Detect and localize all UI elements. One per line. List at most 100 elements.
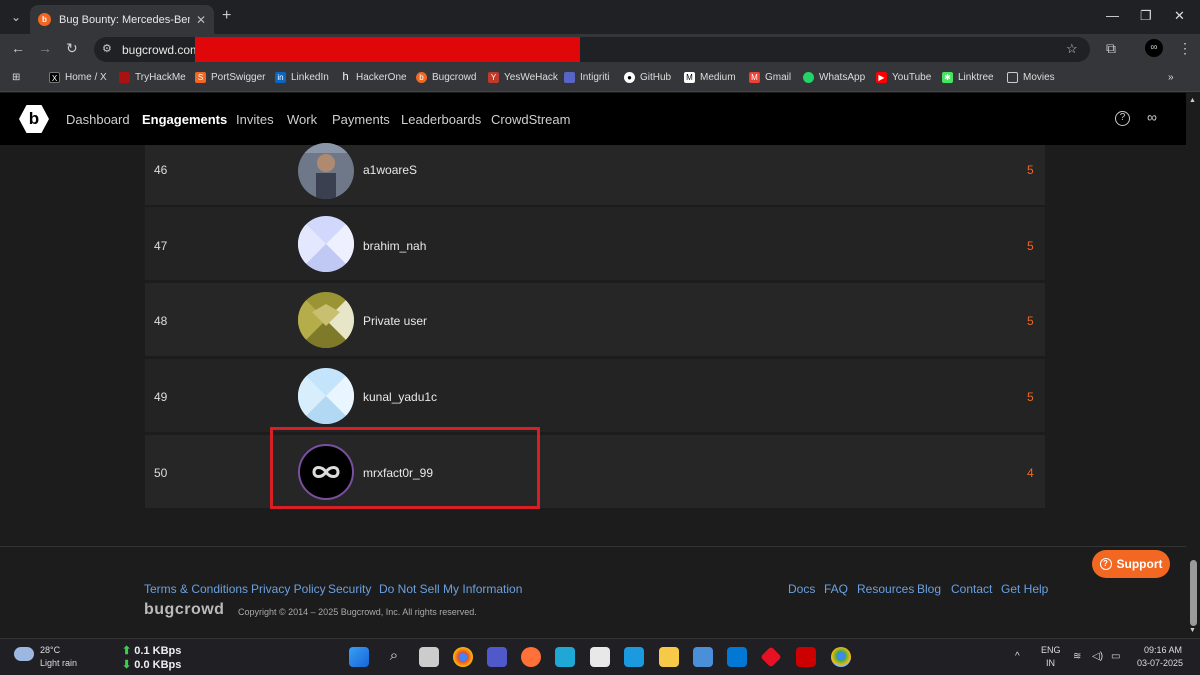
footer-link-docs[interactable]: Docs (788, 582, 815, 596)
footer-divider (0, 546, 1186, 547)
language-code[interactable]: ENG (1041, 645, 1061, 655)
footer-link-contact[interactable]: Contact (951, 582, 992, 596)
bookmark-medium[interactable]: M Medium (684, 72, 736, 83)
support-button[interactable]: ? Support (1092, 550, 1170, 578)
bookmark-intigriti[interactable]: Intigriti (564, 72, 609, 83)
footer-link-resources[interactable]: Resources (857, 582, 914, 596)
region-code[interactable]: IN (1046, 658, 1055, 668)
username[interactable]: kunal_yadu1c (363, 390, 437, 404)
volume-icon[interactable]: ◁) (1092, 651, 1103, 662)
username[interactable]: a1woareS (363, 163, 417, 177)
bookmark-tryhackme[interactable]: TryHackMe (119, 72, 186, 83)
bookmark-linktree[interactable]: ✱ Linktree (942, 72, 994, 83)
chrome-icon[interactable] (453, 647, 473, 667)
upload-speed: ⬆ 0.1 KBps (122, 645, 182, 657)
battery-icon[interactable]: ▭ (1111, 651, 1120, 662)
bookmark-whatsapp[interactable]: WhatsApp (803, 72, 865, 83)
bookmark-youtube[interactable]: ▶ YouTube (876, 72, 931, 83)
footer-link-do-not-sell[interactable]: Do Not Sell My Information (379, 582, 522, 596)
scroll-up-icon[interactable]: ▲ (1189, 97, 1196, 104)
tray-chevron-icon[interactable]: ^ (1015, 651, 1020, 662)
new-tab-icon[interactable]: + (222, 7, 231, 25)
url-text: bugcrowd.com/ (122, 43, 204, 57)
user-menu-icon[interactable]: ∞ (1147, 109, 1157, 125)
wifi-icon[interactable]: ≋ (1073, 651, 1081, 662)
nav-engagements[interactable]: Engagements (142, 112, 227, 127)
points: 5 (1027, 390, 1034, 404)
profile-avatar[interactable]: ∞ (1145, 39, 1163, 57)
app-icon[interactable] (624, 647, 644, 667)
footer-link-get-help[interactable]: Get Help (1001, 582, 1048, 596)
site-info-icon[interactable]: ⚙ (102, 42, 112, 55)
restore-icon[interactable]: ❐ (1140, 8, 1152, 24)
tab-search-icon[interactable]: ⌄ (6, 7, 26, 27)
bookmark-yeswehack[interactable]: Y YesWeHack (488, 72, 558, 83)
help-icon[interactable]: ? (1115, 111, 1130, 126)
firefox-icon[interactable] (521, 647, 541, 667)
chrome-profile-icon[interactable] (831, 647, 851, 667)
bookmark-star-icon[interactable]: ☆ (1066, 41, 1078, 57)
forward-icon[interactable]: → (38, 40, 52, 56)
footer-link-terms[interactable]: Terms & Conditions (144, 582, 248, 596)
bookmark-portswigger[interactable]: S PortSwigger (195, 72, 265, 83)
bookmark-gmail[interactable]: M Gmail (749, 72, 791, 83)
footer-link-privacy[interactable]: Privacy Policy (251, 582, 326, 596)
minimize-icon[interactable]: — (1106, 8, 1119, 23)
rank: 49 (154, 390, 168, 404)
menu-kebab-icon[interactable]: ⋮ (1178, 40, 1192, 57)
medium-icon: M (684, 72, 695, 83)
nav-leaderboards[interactable]: Leaderboards (401, 112, 481, 127)
weather-description[interactable]: Light rain (40, 658, 77, 668)
bookmark-movies[interactable]: Movies (1007, 72, 1055, 83)
bookmark-linkedin[interactable]: in LinkedIn (275, 72, 329, 83)
extensions-icon[interactable]: ⧉ (1106, 40, 1116, 57)
close-window-icon[interactable]: ✕ (1174, 8, 1185, 24)
bookmark-bugcrowd[interactable]: b Bugcrowd (416, 72, 476, 83)
scrollbar-track[interactable] (1186, 93, 1200, 638)
apps-grid-icon[interactable]: ⊞ (12, 72, 20, 83)
x-icon: X (49, 72, 60, 83)
notepad-icon[interactable] (693, 647, 713, 667)
bookmark-hackerone[interactable]: h HackerOne (340, 72, 406, 84)
app-icon[interactable] (555, 647, 575, 667)
nav-dashboard[interactable]: Dashboard (66, 112, 130, 127)
portswigger-icon: S (195, 72, 206, 83)
tab-close-icon[interactable]: ✕ (196, 13, 206, 27)
vscode-icon[interactable] (727, 647, 747, 667)
footer-link-faq[interactable]: FAQ (824, 582, 848, 596)
address-bar[interactable]: ⚙ bugcrowd.com/ ☆ (94, 37, 1090, 62)
bookmark-github[interactable]: ● GitHub (624, 72, 671, 83)
file-explorer-icon[interactable] (659, 647, 679, 667)
clock-date[interactable]: 03-07-2025 (1137, 658, 1183, 668)
windows-start-icon[interactable] (349, 647, 369, 667)
more-bookmarks-icon[interactable]: » (1168, 72, 1174, 83)
back-icon[interactable]: ← (11, 40, 25, 56)
task-view-icon[interactable] (419, 647, 439, 667)
bookmark-x[interactable]: X Home / X (49, 72, 107, 83)
active-tab[interactable]: b Bug Bounty: Mercedes-Benz M ✕ (30, 5, 214, 34)
teams-icon[interactable] (487, 647, 507, 667)
reload-icon[interactable]: ↻ (66, 40, 78, 57)
scrollbar-thumb[interactable] (1190, 560, 1197, 626)
store-icon[interactable] (590, 647, 610, 667)
scroll-down-icon[interactable]: ▼ (1189, 627, 1196, 634)
nav-invites[interactable]: Invites (236, 112, 274, 127)
table-row: 49 kunal_yadu1c 5 (145, 359, 1045, 434)
weather-temperature[interactable]: 28°C (40, 645, 60, 655)
points: 5 (1027, 163, 1034, 177)
nav-crowdstream[interactable]: CrowdStream (491, 112, 570, 127)
search-icon[interactable]: ⌕ (384, 647, 404, 667)
mcafee-icon[interactable] (796, 647, 816, 667)
bugcrowd-wordmark[interactable]: bugcrowd (144, 601, 224, 619)
footer-link-blog[interactable]: Blog (917, 582, 941, 596)
app-icon[interactable] (760, 646, 782, 668)
rank: 48 (154, 314, 168, 328)
clock-time[interactable]: 09:16 AM (1144, 645, 1182, 655)
username[interactable]: brahim_nah (363, 239, 426, 253)
intigriti-icon (564, 72, 575, 83)
bugcrowd-logo[interactable]: b (19, 105, 49, 133)
nav-payments[interactable]: Payments (332, 112, 390, 127)
nav-work[interactable]: Work (287, 112, 317, 127)
footer-link-security[interactable]: Security (328, 582, 371, 596)
username[interactable]: Private user (363, 314, 427, 328)
